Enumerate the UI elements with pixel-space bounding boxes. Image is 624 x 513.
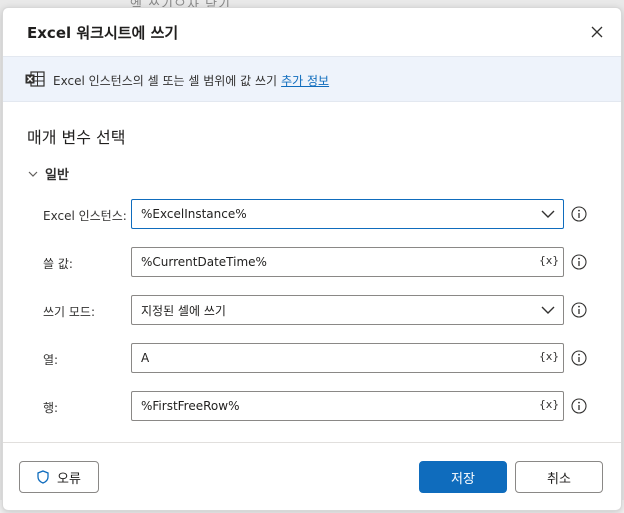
write-mode-label: 쓰기 모드: bbox=[43, 305, 96, 319]
excel-instance-dropdown[interactable]: %ExcelInstance% bbox=[131, 199, 564, 229]
row-label: 행: bbox=[43, 401, 59, 415]
write-to-excel-dialog: Excel 워크시트에 쓰기 Excel 인스턴스의 셀 또는 셀 범위에 값 … bbox=[2, 7, 622, 511]
value-to-write-input[interactable]: %CurrentDateTime% {x} bbox=[131, 247, 564, 277]
close-button[interactable] bbox=[585, 20, 609, 44]
field-row-excel-instance: Excel 인스턴스: %ExcelInstance% bbox=[3, 199, 621, 231]
on-error-button[interactable]: 오류 bbox=[19, 461, 99, 493]
write-mode-value: 지정된 셀에 쓰기 bbox=[141, 303, 226, 318]
group-label: 일반 bbox=[45, 168, 69, 183]
info-icon[interactable] bbox=[571, 206, 587, 222]
insert-variable-button[interactable]: {x} bbox=[539, 350, 559, 363]
field-row-column: 열: A {x} bbox=[3, 343, 621, 375]
column-value: A bbox=[141, 351, 150, 365]
group-general-toggle[interactable]: 일반 bbox=[27, 164, 69, 183]
insert-variable-button[interactable]: {x} bbox=[539, 398, 559, 411]
column-input[interactable]: A {x} bbox=[131, 343, 564, 373]
shield-icon bbox=[37, 470, 49, 484]
info-banner: Excel 인스턴스의 셀 또는 셀 범위에 값 쓰기 추가 정보 bbox=[3, 56, 621, 102]
section-title: 매개 변수 선택 bbox=[27, 128, 126, 147]
dialog-footer: 오류 저장 취소 bbox=[3, 442, 621, 510]
chevron-down-icon bbox=[541, 210, 555, 218]
row-value: %FirstFreeRow% bbox=[141, 399, 240, 413]
field-row-write-mode: 쓰기 모드: 지정된 셀에 쓰기 bbox=[3, 295, 621, 327]
column-label: 열: bbox=[43, 353, 59, 367]
on-error-label: 오류 bbox=[57, 471, 81, 487]
value-to-write-label: 쓸 값: bbox=[43, 257, 73, 271]
field-row-value-to-write: 쓸 값: %CurrentDateTime% {x} bbox=[3, 247, 621, 279]
dialog-title: Excel 워크시트에 쓰기 bbox=[27, 24, 179, 42]
info-icon[interactable] bbox=[571, 254, 587, 270]
cancel-button[interactable]: 취소 bbox=[515, 461, 603, 493]
field-row-row: 행: %FirstFreeRow% {x} bbox=[3, 391, 621, 423]
row-input[interactable]: %FirstFreeRow% {x} bbox=[131, 391, 564, 421]
dialog-titlebar: Excel 워크시트에 쓰기 bbox=[3, 8, 621, 56]
info-icon[interactable] bbox=[571, 302, 587, 318]
save-button[interactable]: 저장 bbox=[419, 461, 507, 493]
banner-description: Excel 인스턴스의 셀 또는 셀 범위에 값 쓰기 bbox=[53, 74, 278, 88]
info-icon[interactable] bbox=[571, 398, 587, 414]
close-icon bbox=[591, 26, 603, 38]
value-to-write-value: %CurrentDateTime% bbox=[141, 255, 267, 269]
chevron-down-icon bbox=[541, 306, 555, 314]
chevron-down-icon bbox=[28, 171, 38, 177]
excel-icon bbox=[25, 71, 45, 87]
excel-instance-label: Excel 인스턴스: bbox=[43, 209, 127, 223]
info-icon[interactable] bbox=[571, 350, 587, 366]
write-mode-dropdown[interactable]: 지정된 셀에 쓰기 bbox=[131, 295, 564, 325]
learn-more-link[interactable]: 추가 정보 bbox=[281, 74, 329, 88]
excel-instance-value: %ExcelInstance% bbox=[141, 207, 247, 221]
insert-variable-button[interactable]: {x} bbox=[539, 254, 559, 267]
banner-text: Excel 인스턴스의 셀 또는 셀 범위에 값 쓰기 추가 정보 bbox=[53, 72, 329, 89]
